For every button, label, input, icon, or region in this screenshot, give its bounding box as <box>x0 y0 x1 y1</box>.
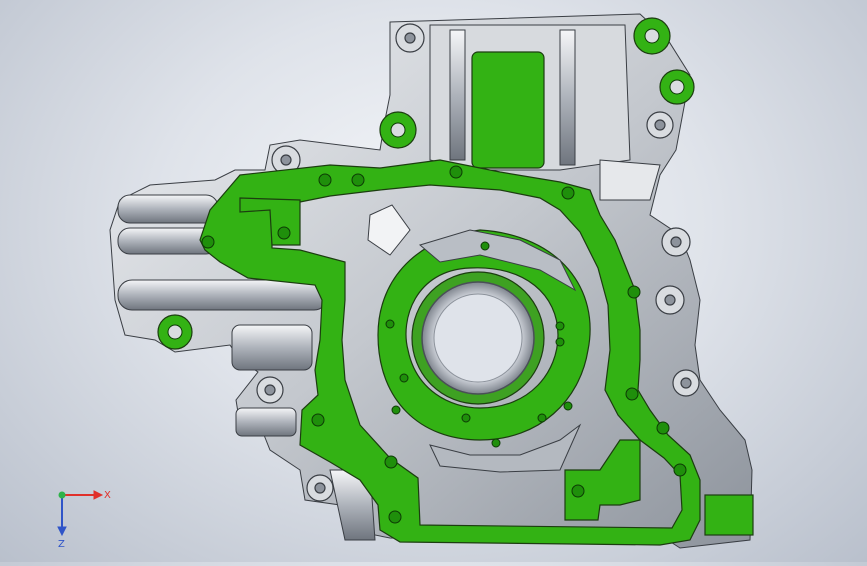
x-axis-label: X <box>104 490 111 501</box>
orientation-triad: X Z <box>44 480 114 550</box>
z-axis-label: Z <box>58 539 65 550</box>
x-axis-arrow <box>62 490 104 500</box>
main-bore <box>411 271 545 405</box>
y-axis-marker <box>58 491 66 499</box>
z-axis-arrow <box>57 495 67 537</box>
cad-3d-viewport[interactable] <box>0 0 867 562</box>
part-model-render <box>109 13 754 549</box>
